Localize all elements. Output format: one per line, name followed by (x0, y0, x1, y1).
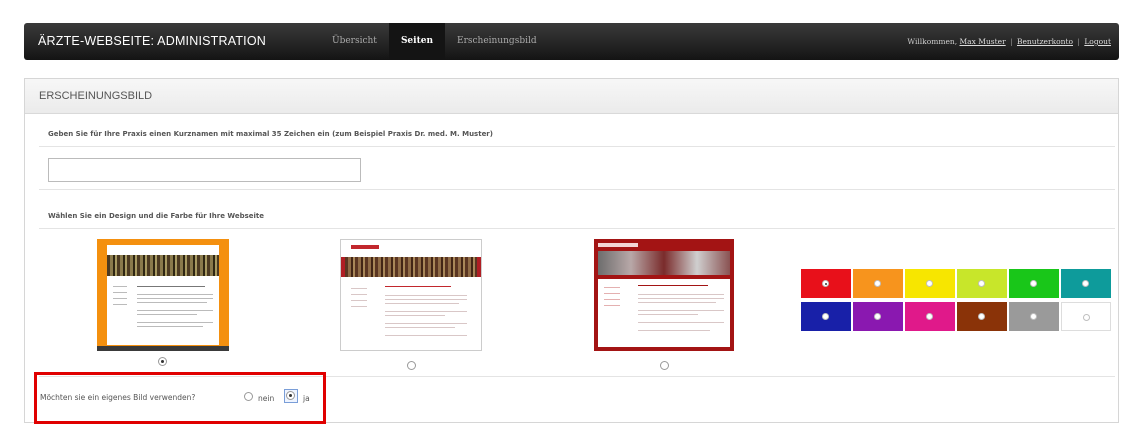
color-swatch[interactable] (905, 302, 955, 331)
divider (39, 146, 1115, 147)
color-swatch[interactable] (853, 269, 903, 298)
top-bar: ÄRZTE-WEBSEITE: ADMINISTRATION Übersicht… (24, 23, 1119, 60)
color-swatch[interactable] (801, 302, 851, 331)
color-swatch[interactable] (1061, 302, 1111, 331)
own-image-radio-yes-focus[interactable] (284, 389, 298, 403)
separator: | (1010, 37, 1013, 46)
color-swatch-radio[interactable] (926, 313, 933, 320)
color-swatch-radio[interactable] (926, 280, 933, 287)
color-swatch[interactable] (905, 269, 955, 298)
design-prompt: Wählen Sie ein Design und die Farbe für … (48, 212, 265, 220)
color-swatch[interactable] (801, 269, 851, 298)
color-swatch[interactable] (1009, 302, 1059, 331)
color-swatch-radio[interactable] (874, 280, 881, 287)
panel-header: ERSCHEINUNGSBILD (25, 79, 1118, 114)
app-title: ÄRZTE-WEBSEITE: ADMINISTRATION (38, 34, 267, 48)
separator: | (1077, 37, 1080, 46)
nav-uebersicht[interactable]: Übersicht (320, 23, 389, 60)
color-swatch-radio[interactable] (978, 313, 985, 320)
color-swatch-radio[interactable] (1082, 280, 1089, 287)
color-swatch-radio[interactable] (1083, 314, 1090, 321)
color-swatch-radio[interactable] (978, 280, 985, 287)
color-swatch[interactable] (853, 302, 903, 331)
color-swatch-radio[interactable] (1030, 313, 1037, 320)
user-name-link[interactable]: Max Muster (960, 37, 1006, 46)
color-swatch-radio[interactable] (874, 313, 881, 320)
design-radio-dark-red[interactable] (660, 361, 669, 370)
color-swatch[interactable] (1061, 269, 1111, 298)
divider (39, 189, 1115, 190)
thumb-banner (598, 251, 730, 275)
design-thumbnail-orange[interactable] (97, 239, 229, 351)
logout-link[interactable]: Logout (1084, 37, 1111, 46)
thumb-banner (107, 255, 219, 276)
own-image-question: Möchten sie ein eigenes Bild verwenden? (40, 393, 196, 402)
welcome-text: Willkommen, (907, 37, 958, 46)
design-thumbnail-white-red[interactable] (340, 239, 482, 351)
nav-erscheinungsbild[interactable]: Erscheinungsbild (445, 23, 549, 60)
nav-seiten[interactable]: Seiten (388, 23, 446, 60)
design-radio-white-red[interactable] (407, 361, 416, 370)
practice-name-input[interactable] (48, 158, 361, 182)
own-image-radio-no[interactable] (244, 392, 253, 401)
color-swatch[interactable] (957, 269, 1007, 298)
color-swatch-radio[interactable] (1030, 280, 1037, 287)
name-prompt: Geben Sie für Ihre Praxis einen Kurzname… (48, 130, 493, 138)
own-image-radio-yes[interactable] (286, 391, 295, 400)
color-swatch-radio[interactable] (822, 280, 829, 287)
color-swatch[interactable] (1009, 269, 1059, 298)
panel-title: ERSCHEINUNGSBILD (39, 90, 153, 102)
divider (39, 228, 1115, 229)
color-swatch[interactable] (957, 302, 1007, 331)
own-image-label-yes: ja (303, 394, 310, 403)
main-nav: Übersicht Seiten Erscheinungsbild (320, 23, 549, 60)
own-image-label-no: nein (258, 394, 275, 403)
user-bar: Willkommen, Max Muster | Benutzerkonto |… (907, 37, 1111, 46)
design-thumbnail-dark-red[interactable] (594, 239, 734, 351)
color-swatch-radio[interactable] (822, 313, 829, 320)
design-radio-orange[interactable] (158, 357, 167, 366)
thumb-banner (345, 257, 477, 277)
account-link[interactable]: Benutzerkonto (1017, 37, 1073, 46)
